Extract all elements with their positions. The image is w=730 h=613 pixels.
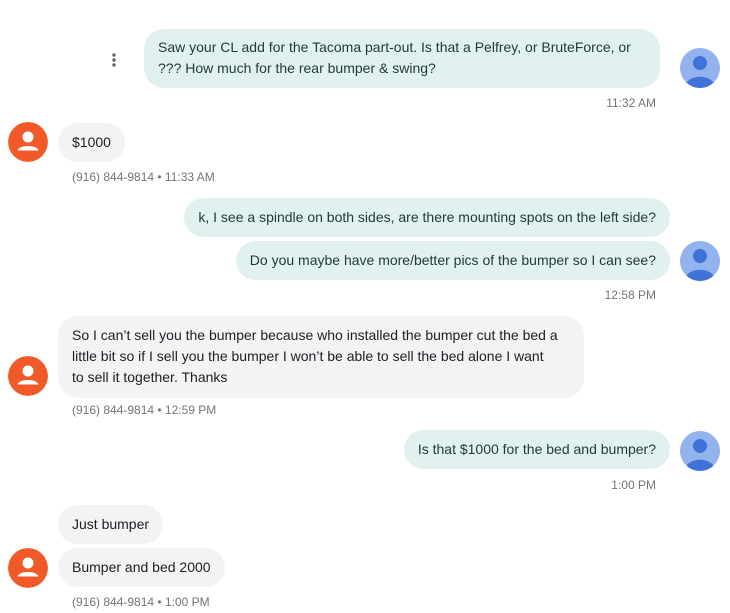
contact-avatar[interactable] [8,548,48,588]
more-options-button[interactable] [103,49,125,71]
more-vert-icon [112,53,116,67]
own-avatar[interactable] [680,241,720,281]
person-icon [680,431,720,471]
person-icon [680,241,720,281]
incoming-message[interactable]: Just bumper [58,505,164,544]
incoming-message[interactable]: $1000 [58,123,125,162]
message-timestamp: 11:32 AM [606,96,656,110]
contact-avatar[interactable] [8,356,48,396]
outgoing-message[interactable]: Saw your CL add for the Tacoma part-out.… [144,29,660,88]
message-timestamp: 12:58 PM [604,288,656,302]
incoming-message[interactable]: Bumper and bed 2000 [58,548,225,587]
outgoing-message[interactable]: Do you maybe have more/better pics of th… [235,241,670,280]
incoming-message[interactable]: So I can’t sell you the bumper because w… [58,316,584,398]
outgoing-message[interactable]: Is that $1000 for the bed and bumper? [403,430,670,469]
person-icon [8,122,48,162]
contact-avatar[interactable] [8,122,48,162]
message-sender-timestamp: (916) 844-9814 • 12:59 PM [72,403,217,417]
person-icon [8,548,48,588]
person-icon [680,48,720,88]
own-avatar[interactable] [680,431,720,471]
message-sender-timestamp: (916) 844-9814 • 11:33 AM [72,170,215,184]
own-avatar[interactable] [680,48,720,88]
message-timestamp: 1:00 PM [611,478,656,492]
outgoing-message[interactable]: k, I see a spindle on both sides, are th… [184,198,670,237]
person-icon [8,356,48,396]
message-sender-timestamp: (916) 844-9814 • 1:00 PM [72,595,210,609]
